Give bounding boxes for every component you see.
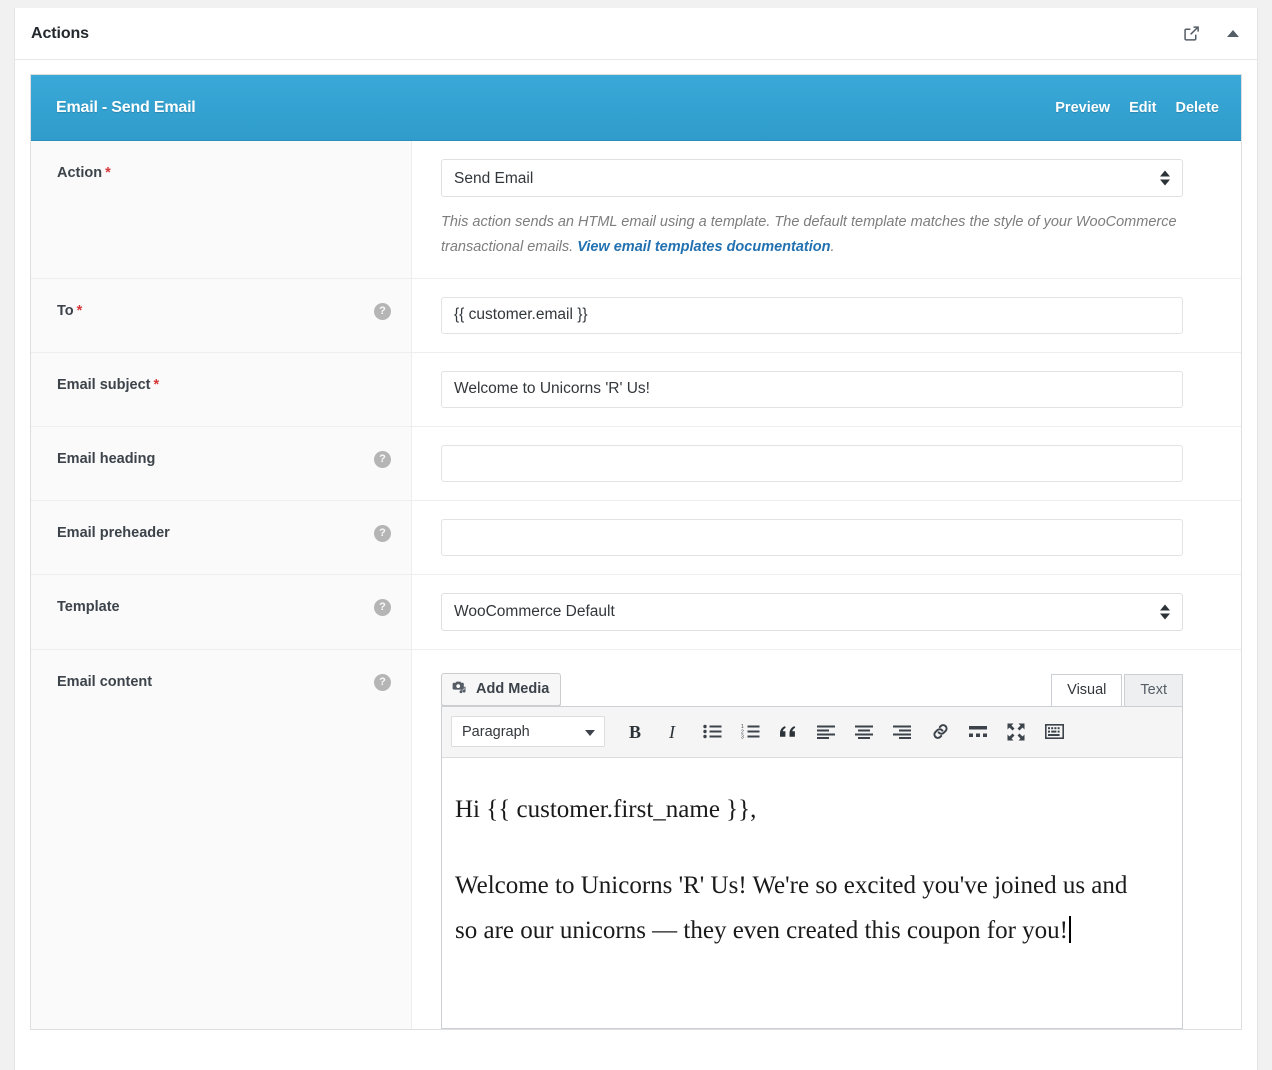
field-label-action-text: Action — [57, 165, 103, 181]
field-label-email-content: Email content — [57, 673, 153, 690]
row-template: Template ? WooCommerce Default — [31, 574, 1241, 650]
blockquote-icon[interactable] — [769, 715, 807, 749]
link-icon[interactable] — [921, 715, 959, 749]
delete-link[interactable]: Delete — [1175, 100, 1219, 116]
email-templates-doc-link[interactable]: View email templates documentation — [577, 239, 830, 255]
to-input[interactable] — [441, 296, 1183, 334]
action-card-title: Email - Send Email — [56, 98, 196, 116]
tab-visual[interactable]: Visual — [1051, 673, 1123, 706]
row-to: To * ? — [31, 278, 1241, 353]
editor-paragraph-2-text: Welcome to Unicorns 'R' Us! We're so exc… — [455, 872, 1128, 944]
email-subject-input[interactable] — [441, 370, 1183, 408]
row-email-preheader: Email preheader ? — [31, 500, 1241, 575]
row-label-email-subject: Email subject * — [31, 352, 412, 426]
row-label-email-heading: Email heading ? — [31, 426, 412, 500]
tab-text[interactable]: Text — [1124, 673, 1183, 706]
editor-box: Paragraph B I 1 2 3 Hi {{customer.first… — [441, 705, 1183, 1029]
media-camera-music-icon — [451, 679, 469, 699]
required-marker: * — [153, 376, 160, 393]
metabox-header-actions — [1181, 24, 1243, 44]
row-field-email-preheader — [412, 501, 1241, 574]
action-card-header: Email - Send Email Preview Edit Delete — [31, 75, 1241, 141]
bold-icon[interactable]: B — [617, 715, 655, 749]
editor-mode-tabs: Visual Text — [1049, 673, 1183, 706]
template-select-wrap: WooCommerce Default — [441, 592, 1183, 631]
template-select[interactable]: WooCommerce Default — [441, 592, 1183, 631]
help-icon-to[interactable]: ? — [374, 302, 391, 320]
email-heading-input[interactable] — [441, 444, 1183, 482]
row-action: Action * Send Email This action sends an … — [31, 141, 1241, 279]
row-field-action: Send Email This action sends an HTML ema… — [412, 141, 1241, 278]
svg-text:3: 3 — [741, 735, 744, 740]
row-email-heading: Email heading ? — [31, 426, 1241, 501]
row-label-template: Template ? — [31, 574, 412, 649]
field-label-to-text: To — [57, 302, 74, 319]
read-more-icon[interactable] — [959, 715, 997, 749]
action-description-text-2: . — [830, 238, 835, 255]
field-label-template: Template — [57, 598, 120, 615]
row-label-to: To * ? — [31, 278, 412, 352]
align-left-icon[interactable] — [807, 715, 845, 749]
required-marker: * — [105, 165, 111, 181]
action-select[interactable]: Send Email — [441, 159, 1183, 197]
svg-text:I: I — [668, 723, 676, 741]
action-description: This action sends an HTML email using a … — [441, 210, 1183, 260]
row-label-email-preheader: Email preheader ? — [31, 500, 412, 574]
help-icon-email-heading[interactable]: ? — [374, 450, 391, 468]
toolbar-toggle-icon[interactable] — [1035, 715, 1073, 749]
align-right-icon[interactable] — [883, 715, 921, 749]
preview-link[interactable]: Preview — [1055, 100, 1110, 116]
svg-text:B: B — [629, 723, 641, 741]
editor-media-bar: Add Media Visual Text — [441, 666, 1183, 706]
row-field-to — [412, 279, 1241, 352]
editor-toolbar: Paragraph B I 1 2 3 — [442, 706, 1182, 758]
align-center-icon[interactable] — [845, 715, 883, 749]
field-label-email-preheader: Email preheader — [57, 524, 170, 541]
editor-content-area[interactable]: Hi {{ customer.first_name }}, Welcome to… — [442, 758, 1182, 1028]
edit-link[interactable]: Edit — [1129, 100, 1156, 116]
add-media-label: Add Media — [476, 681, 550, 698]
actions-metabox: Actions Email - Send Email Preview Edit … — [14, 8, 1258, 1070]
row-email-content: Email content ? Add Media Visual Text Pa… — [31, 649, 1241, 1029]
row-label-email-content: Email content ? — [31, 649, 412, 1029]
metabox-header: Actions — [15, 8, 1257, 60]
format-select-wrap: Paragraph — [451, 716, 617, 748]
field-label-action: Action * — [57, 164, 111, 183]
row-field-email-heading — [412, 427, 1241, 500]
add-media-button[interactable]: Add Media — [441, 672, 562, 706]
field-label-to: To * — [57, 302, 82, 321]
row-field-email-content: Add Media Visual Text Paragraph B I 1 2 … — [412, 650, 1241, 1029]
required-marker: * — [76, 302, 83, 319]
action-card: Email - Send Email Preview Edit Delete A… — [30, 74, 1242, 1030]
collapse-caret — [1227, 30, 1239, 37]
row-label-action: Action * — [31, 141, 412, 278]
field-label-email-subject-text: Email subject — [57, 376, 151, 393]
fullscreen-icon[interactable] — [997, 715, 1035, 749]
external-link-icon[interactable] — [1181, 24, 1201, 44]
field-label-email-heading: Email heading — [57, 450, 156, 467]
numbered-list-icon[interactable]: 1 2 3 — [731, 715, 769, 749]
triangle-up-icon[interactable] — [1223, 24, 1243, 44]
bulleted-list-icon[interactable] — [693, 715, 731, 749]
editor-paragraph-1: Hi {{ customer.first_name }}, — [455, 795, 757, 823]
page-title: Actions — [31, 24, 89, 42]
metabox-body: Email - Send Email Preview Edit Delete A… — [15, 60, 1257, 1030]
editor-paragraph-2: Welcome to Unicorns 'R' Us! We're so exc… — [455, 864, 1146, 953]
italic-icon[interactable]: I — [655, 715, 693, 749]
help-icon-template[interactable]: ? — [374, 598, 391, 616]
row-email-subject: Email subject * — [31, 352, 1241, 427]
row-field-template: WooCommerce Default — [412, 575, 1241, 649]
action-card-links: Preview Edit Delete — [1055, 100, 1219, 116]
help-icon-email-content[interactable]: ? — [374, 673, 391, 691]
row-field-email-subject — [412, 353, 1241, 426]
field-label-email-subject: Email subject * — [57, 376, 159, 395]
email-preheader-input[interactable] — [441, 518, 1183, 556]
action-select-wrap: Send Email — [441, 159, 1183, 197]
text-cursor — [1069, 915, 1072, 943]
wp-editor: Add Media Visual Text Paragraph B I 1 2 … — [441, 666, 1183, 1029]
paragraph-format-select[interactable]: Paragraph — [451, 716, 605, 748]
help-icon-email-preheader[interactable]: ? — [374, 524, 391, 542]
